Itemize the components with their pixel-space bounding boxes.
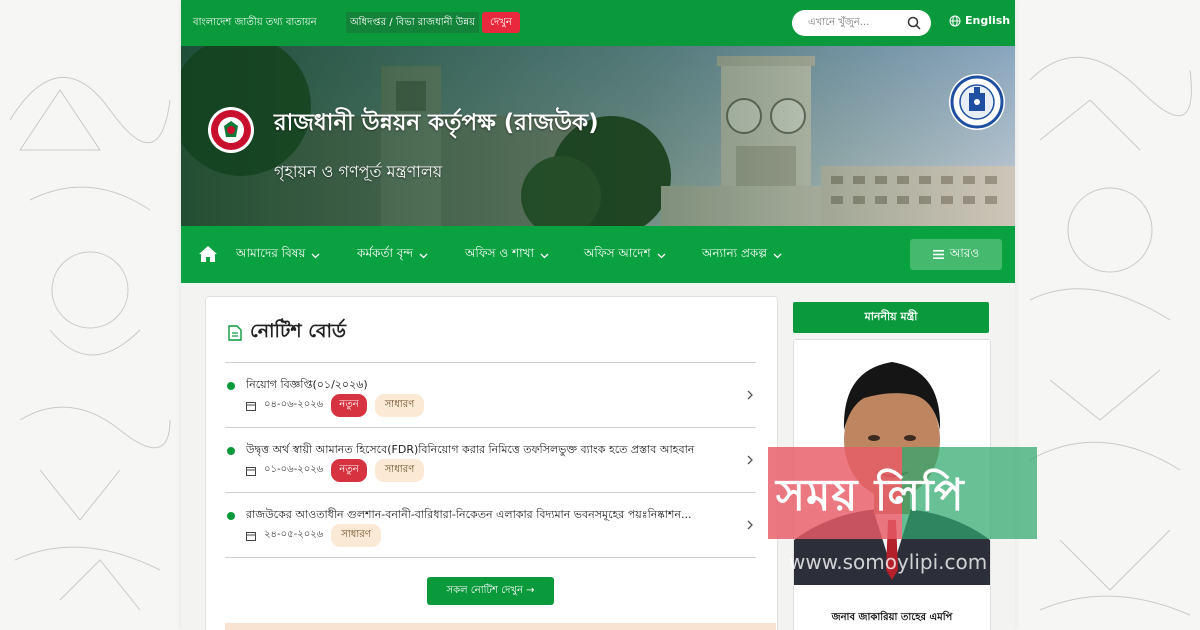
notice-title[interactable]: উদ্বৃত্ত অর্থ স্বায়ী আমানত হিসেবে(FDR)ব… xyxy=(246,441,726,460)
chevron-right-icon[interactable] xyxy=(746,519,754,531)
nav-item-label: অফিস ও শাখা xyxy=(465,246,534,260)
nav-item-label: অফিস আদেশ xyxy=(584,246,651,260)
minister-heading: মাননীয় মন্ত্রী xyxy=(793,302,989,333)
nav-item-label: অন্যান্য প্রকল্প xyxy=(702,246,767,260)
search-placeholder: এখানে খুঁজুন... xyxy=(808,17,870,28)
notice-title[interactable]: রাজউকের আওতাধীন গুলশান-বনানী-বারিধারা-নি… xyxy=(246,506,726,525)
bullet-dot xyxy=(227,512,235,520)
chevron-down-icon xyxy=(419,253,428,258)
nav-item-label: কর্মকর্তা বৃন্দ xyxy=(357,246,414,260)
all-notices-button[interactable]: সকল নোটিশ দেখুন → xyxy=(427,577,554,605)
chevron-right-icon[interactable] xyxy=(746,454,754,466)
notice-title[interactable]: নিয়োগ বিজ্ঞপ্তি(০১/২০২৬) xyxy=(246,376,726,395)
category-badge: সাধারণ xyxy=(374,394,425,417)
nav-item-officials[interactable]: কর্মকর্তা বৃন্দ xyxy=(357,245,428,265)
new-badge: নতুন xyxy=(331,459,367,482)
top-bar: বাংলাদেশ জাতীয় তথ্য বাতায়ন অধিদপ্তর / … xyxy=(181,0,1015,46)
notice-meta: ২৪-০৫-২০২৬ সাধারণ xyxy=(246,524,381,547)
menu-icon xyxy=(932,250,944,259)
notice-item[interactable]: নিয়োগ বিজ্ঞপ্তি(০১/২০২৬) ০৪-০৬-২০২৬ নতু… xyxy=(225,363,756,428)
ticker-view-button[interactable]: দেখুন xyxy=(482,12,520,33)
category-badge: সাধারণ xyxy=(374,459,425,482)
main-navigation: আমাদের বিষয় কর্মকর্তা বৃন্দ অফিস ও শাখা… xyxy=(181,226,1015,283)
portal-name-link[interactable]: বাংলাদেশ জাতীয় তথ্য বাতায়ন xyxy=(193,15,317,32)
home-icon[interactable] xyxy=(197,243,219,265)
notice-item[interactable]: রাজউকের আওতাধীন গুলশান-বনানী-বারিধারা-নি… xyxy=(225,493,756,558)
document-icon xyxy=(228,325,242,341)
notice-board-heading: নোটিশ বোর্ড xyxy=(228,317,346,349)
calendar-icon xyxy=(246,466,256,476)
category-badge: সাধারণ xyxy=(331,524,381,547)
notice-meta: ০১-০৬-২০২৬ নতুন সাধারণ xyxy=(246,459,425,482)
minister-name: জনাব জাকারিয়া তাহের এমপি xyxy=(831,612,953,623)
site-title: রাজধানী উন্নয়ন কর্তৃপক্ষ (রাজউক) xyxy=(274,110,599,136)
new-badge: নতুন xyxy=(331,394,367,417)
government-logo-icon[interactable] xyxy=(207,106,255,154)
notice-date: ০৪-০৬-২০২৬ xyxy=(264,399,324,410)
rajuk-seal-icon xyxy=(949,74,1005,130)
next-section-edge xyxy=(225,623,776,630)
notice-board: নোটিশ বোর্ড নিয়োগ বিজ্ঞপ্তি(০১/২০২৬) ০৪… xyxy=(205,296,778,630)
search-input[interactable]: এখানে খুঁজুন... xyxy=(792,10,931,36)
site-subtitle: গৃহায়ন ও গণপূর্ত মন্ত্রণালয় xyxy=(274,162,443,181)
nav-item-label: আমাদের বিষয় xyxy=(236,246,306,260)
language-switch[interactable]: English xyxy=(949,14,1010,27)
chevron-down-icon xyxy=(773,253,782,258)
header-banner: রাজধানী উন্নয়ন কর্তৃপক্ষ (রাজউক) গৃহায়… xyxy=(181,46,1015,226)
nav-item-offices[interactable]: অফিস ও শাখা xyxy=(465,245,549,265)
notice-item[interactable]: উদ্বৃত্ত অর্থ স্বায়ী আমানত হিসেবে(FDR)ব… xyxy=(225,428,756,493)
notice-board-title: নোটিশ বোর্ড xyxy=(250,320,346,342)
calendar-icon xyxy=(246,531,256,541)
nav-item-other-projects[interactable]: অন্যান্য প্রকল্প xyxy=(702,245,782,265)
chevron-down-icon xyxy=(540,253,549,258)
notice-date: ২৪-০৫-২০২৬ xyxy=(264,529,324,540)
bullet-dot xyxy=(227,382,235,390)
chevron-right-icon[interactable] xyxy=(746,389,754,401)
nav-more-label: আরও xyxy=(949,245,980,260)
nav-more-button[interactable]: আরও xyxy=(910,239,1002,270)
notice-date: ০১-০৬-২০২৬ xyxy=(264,464,324,475)
language-label: English xyxy=(965,14,1011,27)
nav-item-about[interactable]: আমাদের বিষয় xyxy=(236,245,320,265)
watermark-logo: সময় লিপি xyxy=(776,470,965,521)
calendar-icon xyxy=(246,401,256,411)
watermark-url: www.somoylipi.com xyxy=(789,550,988,574)
chevron-down-icon xyxy=(657,253,666,258)
chevron-down-icon xyxy=(312,253,320,258)
ticker-label: অধিদপ্তর / বিভা রাজধানী উন্নয় xyxy=(346,12,480,33)
bullet-dot xyxy=(227,447,235,455)
notice-list: নিয়োগ বিজ্ঞপ্তি(০১/২০২৬) ০৪-০৬-২০২৬ নতু… xyxy=(225,362,756,558)
notice-meta: ০৪-০৬-২০২৬ নতুন সাধারণ xyxy=(246,394,425,417)
globe-icon xyxy=(949,15,961,26)
search-icon[interactable] xyxy=(907,16,921,30)
nav-item-office-orders[interactable]: অফিস আদেশ xyxy=(584,245,666,265)
